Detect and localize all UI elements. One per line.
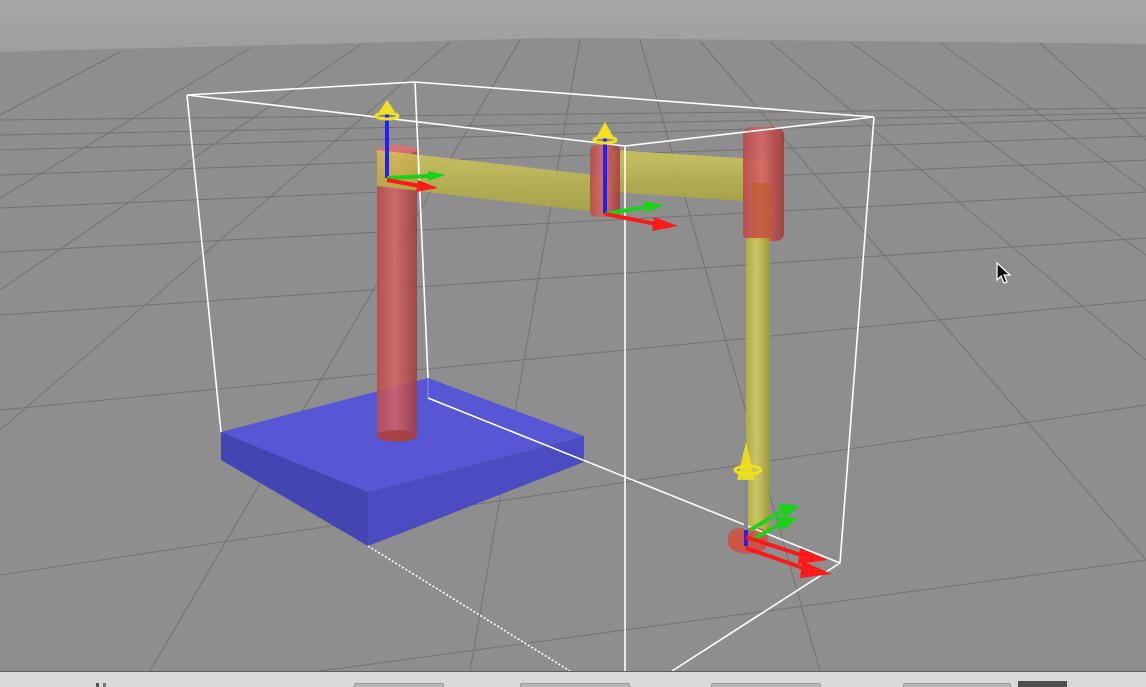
status-field-3[interactable] (711, 683, 821, 687)
status-field-2[interactable] (520, 683, 630, 687)
3d-viewport[interactable] (0, 0, 1146, 671)
status-bar-grip-secondary (103, 683, 106, 687)
status-bar-grip[interactable] (96, 683, 99, 687)
status-field-1[interactable] (354, 683, 444, 687)
status-field-4[interactable] (903, 683, 1011, 687)
scene-canvas[interactable] (0, 0, 1146, 671)
status-bar (0, 671, 1146, 687)
status-bar-button[interactable] (1018, 681, 1067, 687)
mouse-pointer-icon (996, 262, 1012, 284)
